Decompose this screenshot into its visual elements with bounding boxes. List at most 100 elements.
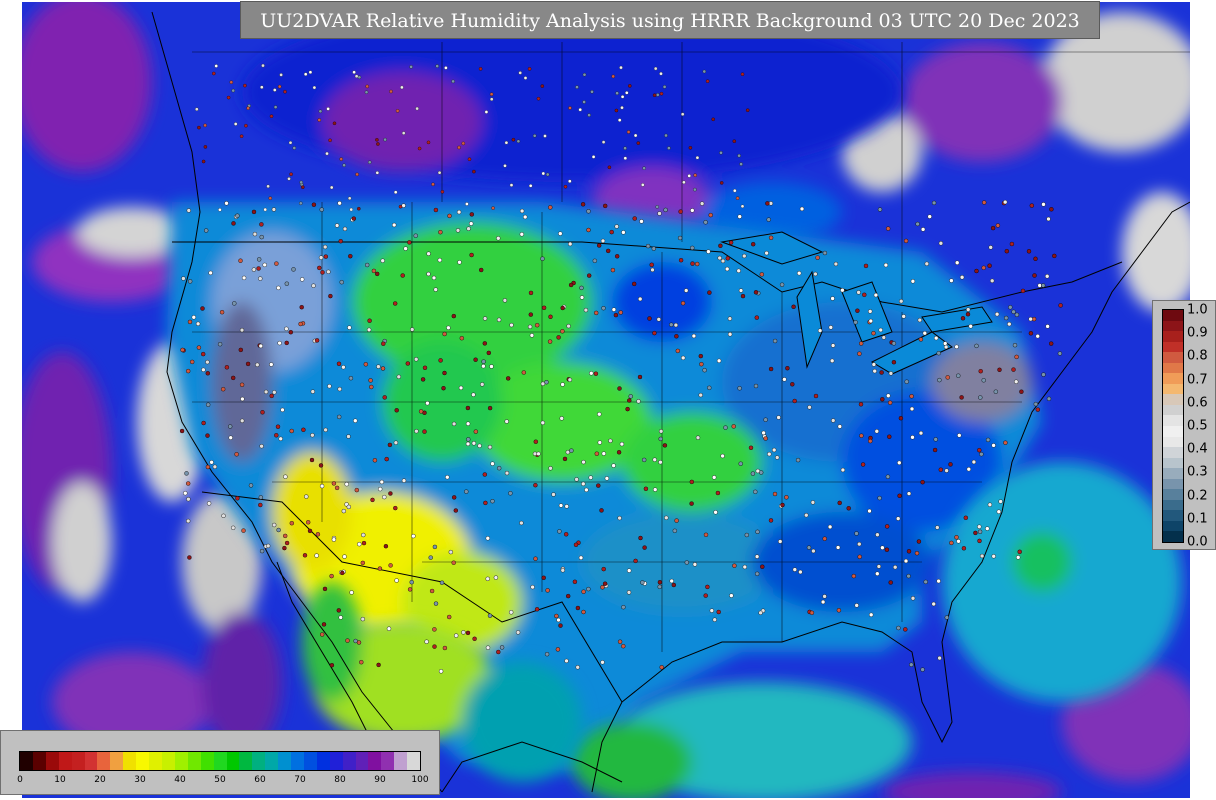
observation-colorbar-segment [1163,520,1183,532]
observation-point [619,441,625,447]
observation-point [471,441,477,446]
observation-point [569,448,574,453]
observation-point [243,83,247,88]
observation-point [698,353,703,359]
observation-point [920,480,925,485]
observation-point [615,91,619,95]
observation-point [960,316,966,321]
observation-point [383,544,389,549]
observation-point [338,615,343,620]
observation-point [621,644,626,649]
observation-point [252,231,258,237]
observation-point [179,428,185,434]
observation-point [672,528,677,533]
observation-point [465,421,471,426]
observation-point [334,485,340,491]
observation-point [320,270,325,275]
observation-point [615,254,620,259]
observation-point [527,67,532,71]
observation-point [871,362,877,367]
observation-point [663,207,668,213]
observation-point [1019,389,1024,394]
observation-point [465,405,471,411]
observation-point [1041,283,1046,288]
observation-point [674,518,679,523]
observation-point [723,425,728,430]
observation-point [258,343,264,349]
observation-point [804,513,809,518]
observation-point [906,491,912,496]
observation-point [944,615,949,620]
observation-point [601,306,606,311]
observation-point [653,487,658,492]
observation-point [738,461,743,466]
observation-point [713,510,718,515]
observation-point [258,276,263,281]
observation-point [446,325,451,330]
observation-point [528,290,534,296]
observation-point [288,140,293,145]
observation-point [1032,273,1037,278]
observation-point [745,108,750,112]
observation-point [691,333,697,339]
observation-point [219,310,225,315]
observation-point [956,539,961,544]
observation-point [484,110,489,114]
observation-point [590,90,594,94]
observation-point [924,261,929,266]
observation-point [828,325,833,330]
observation-point [1029,203,1034,208]
observation-point [235,213,240,218]
observation-point [880,397,885,402]
observation-point [886,226,891,231]
observation-point [564,504,569,509]
observation-point [464,489,469,494]
observation-point [720,258,726,264]
observation-point [959,275,965,280]
map-title: UU2DVAR Relative Humidity Analysis using… [240,1,1100,39]
observation-point [703,532,709,537]
observation-point [301,185,305,189]
observation-point [879,370,884,375]
observation-point [896,516,901,521]
observation-point [273,105,278,109]
observation-point [702,368,707,373]
observation-point [266,184,270,189]
observation-point [467,157,472,161]
observation-point [312,85,317,90]
observation-point [779,282,785,287]
observation-point [336,608,341,613]
observation-point [875,571,880,576]
observation-point [563,184,568,189]
observation-point [880,545,885,550]
observation-colorbar-segment [1163,489,1183,500]
observation-point [997,367,1002,372]
observation-point [540,381,546,386]
observation-point [303,72,308,76]
observation-point [954,535,959,540]
observation-point [725,256,730,261]
observation-point [574,477,579,482]
observation-point [607,165,612,170]
observation-point [366,327,372,332]
observation-point [920,227,926,232]
observation-point [518,71,522,75]
observation-point [973,530,978,536]
observation-point [664,133,668,138]
observation-point [284,281,289,286]
observation-point [489,97,494,101]
observation-point [809,610,815,615]
observation-point [813,271,818,277]
observation-colorbar-tick: 0.2 [1187,488,1208,504]
observation-point [186,497,191,502]
observation-point [690,245,695,251]
observation-point [1011,367,1016,372]
observation-point [357,206,361,211]
observation-point [626,130,631,134]
observation-point [806,545,812,550]
observation-point [979,553,985,559]
observation-point [933,437,938,442]
observation-point [336,361,342,366]
observation-point [918,337,924,342]
observation-point [633,133,638,138]
